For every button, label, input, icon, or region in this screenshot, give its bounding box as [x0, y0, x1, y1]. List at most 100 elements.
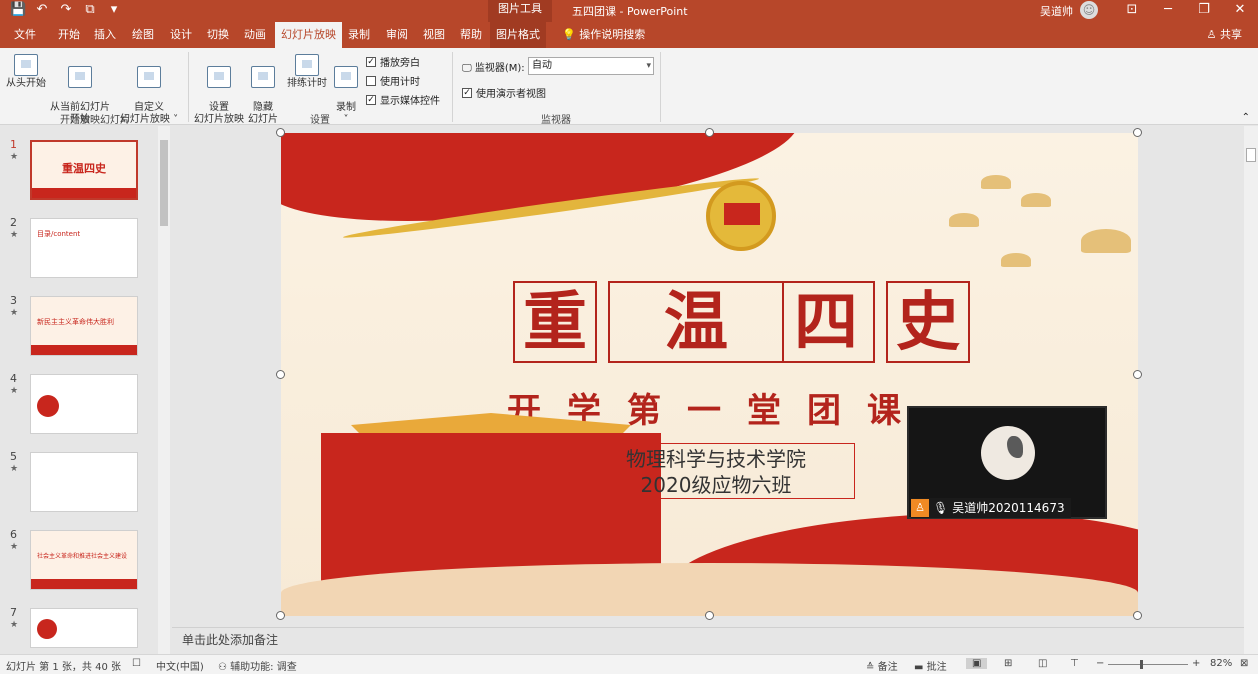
- slide-sorter-icon[interactable]: ⊞: [1004, 658, 1012, 669]
- tab-slide-show[interactable]: 幻灯片放映: [275, 22, 342, 48]
- title-character[interactable]: 四: [699, 281, 875, 363]
- restore-icon[interactable]: ❐: [1186, 0, 1222, 22]
- notes-toggle[interactable]: ≙ 备注: [866, 658, 898, 673]
- thumbnail-title: 目录/content: [37, 230, 81, 238]
- resize-handle[interactable]: [705, 611, 714, 620]
- scrollbar-thumb[interactable]: [1246, 148, 1256, 162]
- resize-handle[interactable]: [276, 370, 285, 379]
- tell-me-search[interactable]: 💡 操作说明搜索: [556, 22, 651, 48]
- share-button[interactable]: ♙ 共享: [1207, 22, 1242, 48]
- class-info-textbox[interactable]: 物理科学与技术学院 2020级应物六班: [577, 443, 855, 499]
- thumbnail-decoration: [32, 188, 136, 198]
- tab-design[interactable]: 设计: [164, 22, 198, 48]
- scrollbar-thumb[interactable]: [160, 140, 168, 226]
- slide-canvas[interactable]: 重 温 四 史 开学第一堂团课 物理科学与技术学院 2020级应物六班: [281, 133, 1138, 616]
- play-from-current-icon: [68, 66, 92, 88]
- title-character[interactable]: 重: [513, 281, 597, 363]
- resize-handle[interactable]: [1133, 128, 1142, 137]
- tab-transitions[interactable]: 切换: [201, 22, 235, 48]
- video-call-overlay[interactable]: ♙ 🎙 吴道帅2020114673: [907, 406, 1107, 519]
- tab-review[interactable]: 审阅: [380, 22, 414, 48]
- thumbnail-title: 重温四史: [62, 162, 106, 175]
- resize-handle[interactable]: [276, 128, 285, 137]
- tab-file[interactable]: 文件: [8, 22, 42, 48]
- redo-icon[interactable]: ↷: [58, 2, 74, 17]
- play-narrations-checkbox[interactable]: ✓ 播放旁白: [366, 54, 420, 69]
- slide-thumbnail-3[interactable]: 新民主主义革命伟大胜利: [30, 296, 138, 356]
- dove-decoration: [981, 175, 1011, 189]
- tab-animations[interactable]: 动画: [238, 22, 272, 48]
- monitor-select[interactable]: 自动: [528, 57, 654, 75]
- undo-icon[interactable]: ↶: [34, 2, 50, 17]
- thumbnail-decoration: [31, 345, 137, 355]
- slide-thumbnail-4[interactable]: [30, 374, 138, 434]
- thumbnails-scrollbar[interactable]: [158, 126, 170, 654]
- zoom-in-icon[interactable]: +: [1192, 658, 1200, 669]
- tab-home[interactable]: 开始: [52, 22, 86, 48]
- reading-view-icon[interactable]: ◫: [1038, 658, 1047, 669]
- slide-number: 5: [10, 450, 17, 463]
- quick-access-toolbar: 💾 ↶ ↷ ⧉ ▾: [10, 2, 122, 17]
- tab-help[interactable]: 帮助: [454, 22, 488, 48]
- customize-qat-icon[interactable]: ▾: [106, 2, 122, 17]
- account-name[interactable]: 吴道帅: [1040, 3, 1073, 19]
- canvas-scrollbar[interactable]: [1244, 126, 1258, 654]
- show-media-controls-checkbox[interactable]: ✓ 显示媒体控件: [366, 92, 440, 107]
- zoom-level[interactable]: 82%: [1210, 658, 1232, 669]
- close-icon[interactable]: ✕: [1222, 0, 1258, 22]
- presenter-view-checkbox[interactable]: ✓ 使用演示者视图: [462, 85, 546, 100]
- accessibility-icon: ⚇: [218, 662, 227, 673]
- accessibility-status[interactable]: ⚇ 辅助功能: 调查: [218, 658, 297, 673]
- user-avatar[interactable]: ☺: [1080, 1, 1098, 19]
- resize-handle[interactable]: [276, 611, 285, 620]
- zoom-slider[interactable]: [1108, 664, 1188, 665]
- rehearse-timings-button[interactable]: 排练计时: [286, 54, 328, 90]
- slide-number: 6: [10, 528, 17, 541]
- slide-number: 3: [10, 294, 17, 307]
- resize-handle[interactable]: [1133, 611, 1142, 620]
- tab-insert[interactable]: 插入: [88, 22, 122, 48]
- animation-star-icon: ★: [10, 620, 19, 630]
- setup-slide-show-button[interactable]: 设置 幻灯片放映: [194, 54, 244, 126]
- animation-star-icon: ★: [10, 152, 19, 162]
- tab-picture-format[interactable]: 图片格式: [490, 22, 546, 48]
- zoom-slider-knob[interactable]: [1140, 660, 1143, 669]
- slide-thumbnail-5[interactable]: [30, 452, 138, 512]
- slide-show-icon[interactable]: ⊤: [1070, 658, 1079, 669]
- language-indicator[interactable]: 中文(中国): [156, 658, 204, 673]
- from-beginning-button[interactable]: 从头开始: [6, 54, 46, 90]
- dove-decoration: [949, 213, 979, 227]
- record-icon: [334, 66, 358, 88]
- comments-toggle[interactable]: ▬ 批注: [914, 658, 947, 673]
- notes-pane[interactable]: 单击此处添加备注: [172, 627, 1244, 653]
- ribbon-display-options-icon[interactable]: ⊡: [1114, 0, 1150, 22]
- slide-thumbnail-2[interactable]: 目录/content: [30, 218, 138, 278]
- monitor-icon: 🖵: [462, 63, 472, 74]
- tab-draw[interactable]: 绘图: [126, 22, 160, 48]
- slide-thumbnail-1[interactable]: 重温四史: [30, 140, 138, 200]
- hide-slide-button[interactable]: 隐藏 幻灯片: [246, 54, 280, 126]
- use-timings-checkbox[interactable]: 使用计时: [366, 73, 420, 88]
- title-character[interactable]: 史: [886, 281, 970, 363]
- slide-number: 4: [10, 372, 17, 385]
- zoom-out-icon[interactable]: −: [1096, 658, 1104, 669]
- normal-view-icon[interactable]: ▣: [966, 658, 988, 669]
- save-icon[interactable]: 💾: [10, 2, 26, 17]
- collapse-ribbon-icon[interactable]: ⌃: [1242, 112, 1250, 123]
- title-bar: 💾 ↶ ↷ ⧉ ▾ 图片工具 五四团课 - PowerPoint 吴道帅 ☺ ⊡…: [0, 0, 1258, 22]
- minimize-icon[interactable]: ─: [1150, 0, 1186, 22]
- dove-decoration: [1081, 229, 1131, 253]
- resize-handle[interactable]: [1133, 370, 1142, 379]
- slide-thumbnail-6[interactable]: 社会主义革命和推进社会主义建设: [30, 530, 138, 590]
- mic-icon: 🎙: [933, 501, 949, 515]
- picture-tools-context-label: 图片工具: [488, 0, 552, 22]
- tab-view[interactable]: 视图: [417, 22, 451, 48]
- present-from-start-icon[interactable]: ⧉: [82, 2, 98, 17]
- checkbox-checked-icon: ✓: [366, 56, 376, 67]
- resize-handle[interactable]: [705, 128, 714, 137]
- slide-thumbnail-7[interactable]: [30, 608, 138, 648]
- spelling-icon[interactable]: ☐: [132, 658, 141, 669]
- tab-record[interactable]: 录制: [342, 22, 376, 48]
- notes-icon: ≙: [866, 662, 875, 673]
- fit-to-window-icon[interactable]: ⊠: [1240, 658, 1248, 669]
